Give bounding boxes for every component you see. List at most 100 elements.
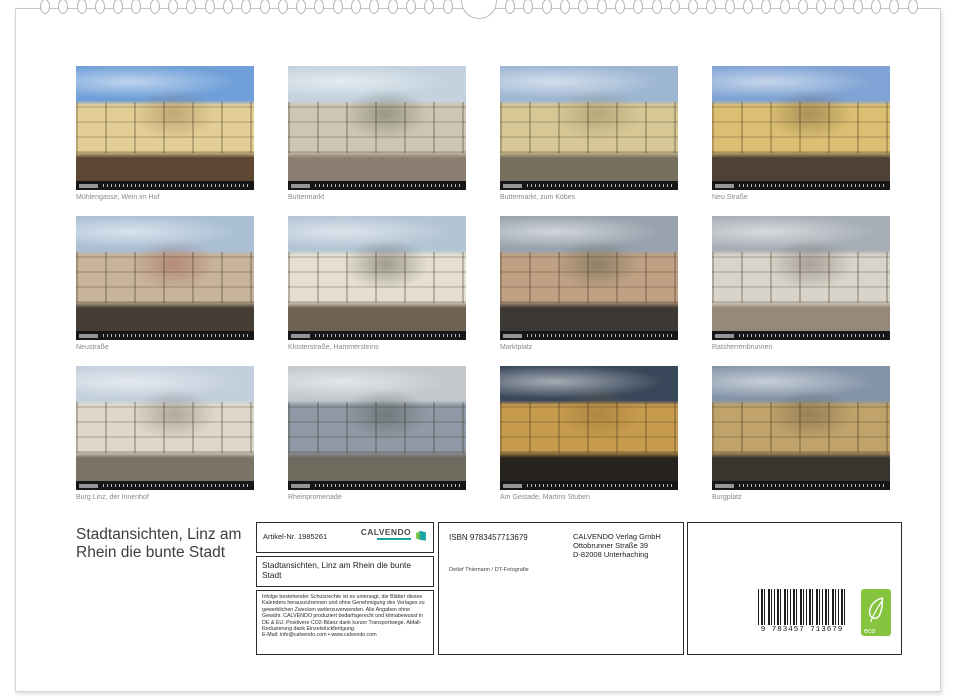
binding-hole: [633, 0, 643, 14]
binding-hole: [168, 0, 178, 14]
mini-calendar-strip: [76, 181, 254, 190]
photo-grid: Mühlengasse, Wein im Hof Buttermarkt Butte…: [76, 66, 891, 502]
binding-hole: [58, 0, 68, 14]
publisher-address: CALVENDO Verlag GmbH Ottobrunner Straße …: [573, 532, 661, 559]
barcode-digits: 9 783457 713679: [758, 626, 846, 634]
calendar-month-thumbnail: Neustraße: [76, 216, 254, 352]
artikel-number: Artikel-Nr. 1985261: [263, 532, 327, 541]
hanging-notch: [461, 0, 497, 19]
binding-hole: [40, 0, 50, 14]
binding-hole: [296, 0, 306, 14]
legal-box: Infolge bestehender Schutzrechte ist es …: [256, 590, 434, 655]
photo-3: [500, 66, 678, 181]
binding-hole: [333, 0, 343, 14]
calendar-month-thumbnail: Burg Linz, der Innenhof: [76, 366, 254, 502]
mini-calendar-strip: [500, 331, 678, 340]
binding-hole: [205, 0, 215, 14]
binding-hole: [542, 0, 552, 14]
title-box: Stadtansichten, Linz am Rhein die bunte …: [256, 556, 434, 587]
isbn-publisher-box: ISBN 9783457713679 Detlef Thiemann / DT-…: [438, 522, 684, 655]
mini-calendar-strip: [288, 331, 466, 340]
spiral-binding-holes: [40, 0, 918, 21]
binding-hole: [505, 0, 515, 14]
binding-hole: [388, 0, 398, 14]
eco-label: eco: [864, 628, 875, 635]
author-credit: Detlef Thiemann / DT-Fotografie: [449, 567, 529, 573]
binding-hole: [688, 0, 698, 14]
photo-caption: Klosterstraße, Hammersteins: [288, 344, 466, 352]
mini-calendar-strip: [76, 481, 254, 490]
binding-hole: [908, 0, 918, 14]
mini-calendar-strip: [500, 481, 678, 490]
photo-10: [288, 366, 466, 481]
binding-hole: [761, 0, 771, 14]
binding-hole: [241, 0, 251, 14]
binding-hole: [889, 0, 899, 14]
binding-hole: [560, 0, 570, 14]
photo-caption: Burgplatz: [712, 494, 890, 502]
binding-hole: [652, 0, 662, 14]
binding-hole: [223, 0, 233, 14]
binding-hole: [853, 0, 863, 14]
calendar-month-thumbnail: Buttermarkt: [288, 66, 466, 202]
binding-hole: [615, 0, 625, 14]
binding-hole: [77, 0, 87, 14]
binding-hole: [443, 0, 453, 14]
photo-1: [76, 66, 254, 181]
photo-12: [712, 366, 890, 481]
barcode-box: 9 783457 713679 eco: [687, 522, 902, 655]
binding-hole: [278, 0, 288, 14]
binding-hole: [834, 0, 844, 14]
mini-calendar-strip: [712, 181, 890, 190]
mini-calendar-strip: [288, 481, 466, 490]
binding-hole: [314, 0, 324, 14]
photo-caption: Buttermarkt: [288, 194, 466, 202]
binding-hole: [260, 0, 270, 14]
binding-hole: [871, 0, 881, 14]
photo-caption: Neu Straße: [712, 194, 890, 202]
calendar-month-thumbnail: Neu Straße: [712, 66, 890, 202]
photo-8: [712, 216, 890, 331]
binding-hole: [113, 0, 123, 14]
calendar-month-thumbnail: Klosterstraße, Hammersteins: [288, 216, 466, 352]
photo-11: [500, 366, 678, 481]
mini-calendar-strip: [76, 331, 254, 340]
binding-hole: [406, 0, 416, 14]
legal-text: Infolge bestehender Schutzrechte ist es …: [262, 594, 428, 632]
calvendo-book-icon: [414, 528, 428, 547]
binding-hole: [150, 0, 160, 14]
calvendo-wordmark: CALVENDO: [361, 528, 411, 537]
ean-barcode: [758, 589, 846, 625]
calendar-month-thumbnail: Am Gestade, Martins Stuben: [500, 366, 678, 502]
calendar-month-thumbnail: Burgplatz: [712, 366, 890, 502]
binding-hole: [816, 0, 826, 14]
binding-hole: [578, 0, 588, 14]
calendar-month-thumbnail: Buttermarkt, zum Köbes: [500, 66, 678, 202]
contact-line: E-Mail: info@calvendo.com • www.calvendo…: [262, 632, 428, 638]
binding-hole: [186, 0, 196, 14]
photo-caption: Burg Linz, der Innenhof: [76, 494, 254, 502]
calendar-month-thumbnail: Mühlengasse, Wein im Hof: [76, 66, 254, 202]
binding-hole: [351, 0, 361, 14]
isbn-text: ISBN 9783457713679: [449, 533, 528, 542]
product-title: Stadtansichten, Linz am Rhein die bunte …: [76, 526, 276, 562]
calvendo-logo: CALVENDO: [361, 528, 428, 547]
photo-caption: Ratsherrenbrunnen: [712, 344, 890, 352]
binding-hole: [725, 0, 735, 14]
photo-caption: Marktplatz: [500, 344, 678, 352]
mini-calendar-strip: [712, 481, 890, 490]
calendar-back-sheet: Mühlengasse, Wein im Hof Buttermarkt Butte…: [15, 8, 941, 692]
photo-caption: Am Gestade, Martins Stuben: [500, 494, 678, 502]
binding-hole: [369, 0, 379, 14]
calvendo-tagline-bar: [377, 538, 411, 540]
calendar-month-thumbnail: Marktplatz: [500, 216, 678, 352]
photo-6: [288, 216, 466, 331]
binding-hole: [597, 0, 607, 14]
photo-caption: Mühlengasse, Wein im Hof: [76, 194, 254, 202]
binding-hole: [95, 0, 105, 14]
calendar-month-thumbnail: Ratsherrenbrunnen: [712, 216, 890, 352]
title-box-text: Stadtansichten, Linz am Rhein die bunte …: [257, 557, 433, 583]
product-info-area: Stadtansichten, Linz am Rhein die bunte …: [16, 516, 942, 656]
mini-calendar-strip: [500, 181, 678, 190]
binding-hole: [706, 0, 716, 14]
